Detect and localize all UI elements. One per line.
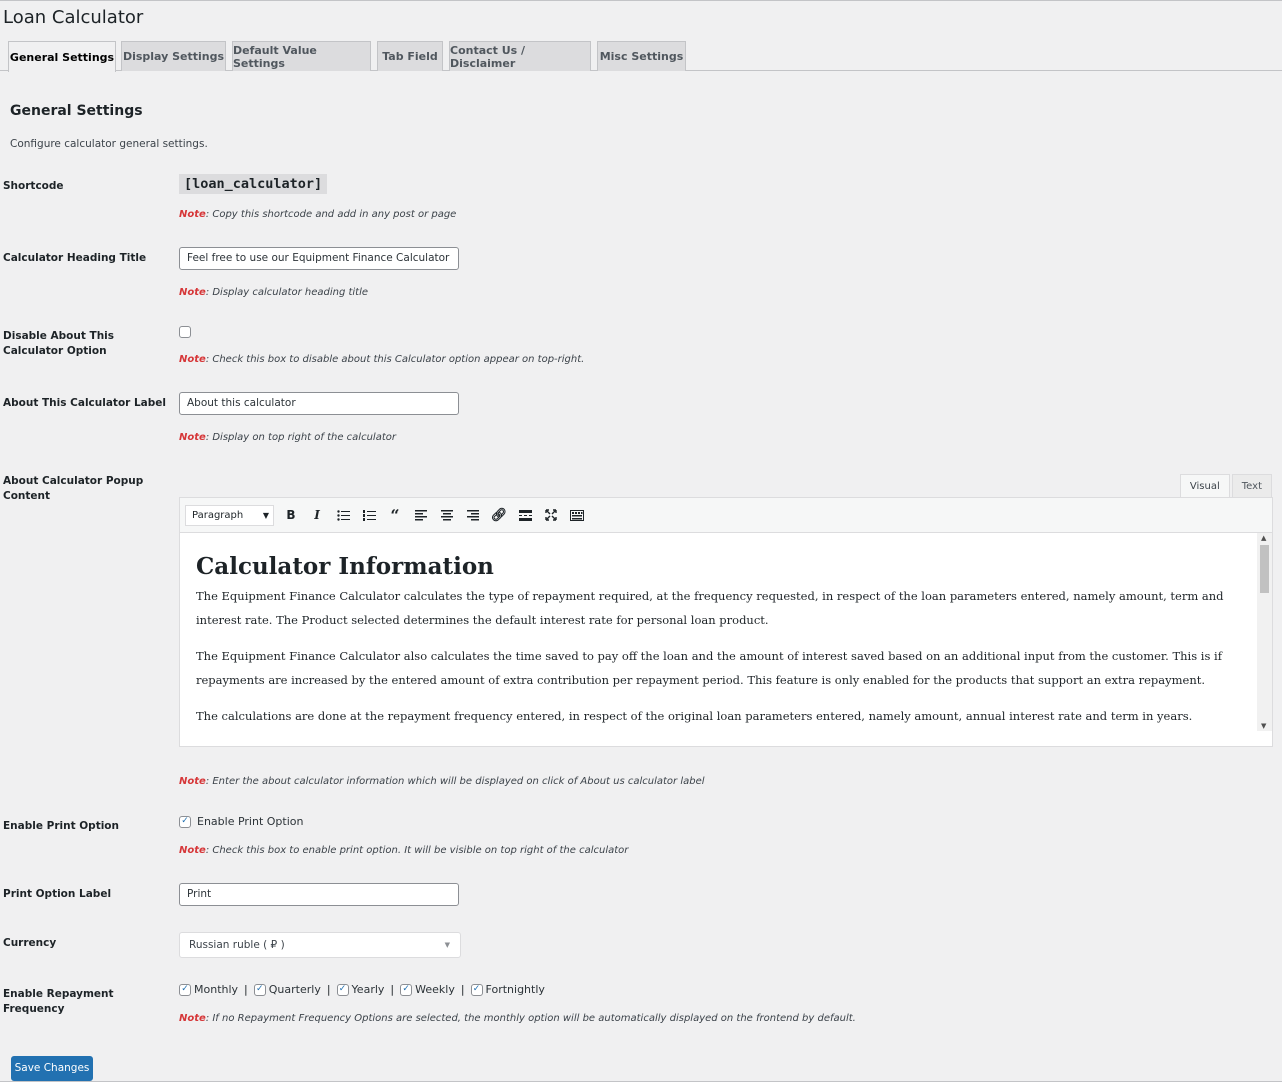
about-popup-note: Note: Enter the about calculator informa… xyxy=(179,776,705,787)
scroll-down-icon[interactable]: ▼ xyxy=(1261,722,1266,730)
enable-print-option[interactable]: ✓ Enable Print Option xyxy=(179,815,303,828)
enable-print-label: Enable Print Option xyxy=(3,820,119,832)
about-label-label: About This Calculator Label xyxy=(3,397,167,409)
enable-print-note: Note: Check this box to enable print opt… xyxy=(179,845,629,856)
shortcode-value: [loan_calculator] xyxy=(179,174,328,194)
page-title: Loan Calculator xyxy=(3,7,144,28)
repayment-frequency-options: ✓ Monthly | ✓ Quarterly | ✓ Yearly | ✓ Weekl… xyxy=(179,983,545,996)
numbered-list-icon[interactable] xyxy=(360,506,378,524)
enable-print-checkbox[interactable]: ✓ xyxy=(179,815,191,828)
read-more-icon[interactable] xyxy=(516,506,534,524)
disable-about-checkbox[interactable] xyxy=(179,326,191,338)
tab-default-value-settings[interactable]: Default Value Settings xyxy=(232,41,371,71)
bold-icon[interactable]: B xyxy=(282,506,300,524)
tab-general-settings[interactable]: General Settings xyxy=(8,41,116,72)
blockquote-icon[interactable]: “ xyxy=(386,506,404,525)
scroll-up-icon[interactable]: ▲ xyxy=(1261,534,1266,542)
frequency-option-quarterly[interactable]: ✓ Quarterly xyxy=(253,983,321,996)
heading-title-input[interactable]: Feel free to use our Equipment Finance C… xyxy=(179,247,459,270)
disable-about-label: Disable About This Calculator Option xyxy=(3,330,115,357)
shortcode-label: Shortcode xyxy=(3,180,64,192)
currency-label: Currency xyxy=(3,937,57,949)
frequency-option-monthly[interactable]: ✓ Monthly xyxy=(179,983,238,996)
heading-title-label: Calculator Heading Title xyxy=(3,252,147,264)
print-label-input[interactable]: Print xyxy=(179,883,459,906)
about-popup-label: About Calculator Popup Content xyxy=(3,475,144,502)
content-paragraph: The Equipment Finance Calculator calcula… xyxy=(196,589,1224,627)
italic-icon[interactable]: I xyxy=(308,506,326,524)
fortnightly-checkbox[interactable]: ✓ xyxy=(470,983,483,996)
editor-tab-text[interactable]: Text xyxy=(1231,474,1272,498)
scroll-thumb[interactable] xyxy=(1260,545,1269,593)
heading-title-note: Note: Display calculator heading title xyxy=(179,287,369,298)
editor-tab-visual[interactable]: Visual xyxy=(1179,474,1230,498)
toolbar-toggle-icon[interactable] xyxy=(568,506,586,524)
editor-mode-tabs: Visual Text xyxy=(1179,474,1272,498)
repayment-frequency-label: Enable Repayment Frequency xyxy=(3,988,114,1015)
editor-scrollbar[interactable]: ▲ ▼ xyxy=(1257,533,1272,731)
print-label-label: Print Option Label xyxy=(3,888,112,900)
tab-misc-settings[interactable]: Misc Settings xyxy=(597,41,686,71)
disable-about-note: Note: Check this box to disable about th… xyxy=(179,354,585,365)
enable-print-checkbox-label: Enable Print Option xyxy=(197,815,304,828)
repayment-frequency-note: Note: If no Repayment Frequency Options … xyxy=(179,1013,856,1024)
align-center-icon[interactable] xyxy=(438,506,456,524)
section-title: General Settings xyxy=(10,103,143,119)
tab-tab-field[interactable]: Tab Field xyxy=(377,41,443,71)
weekly-checkbox[interactable]: ✓ xyxy=(400,983,413,996)
quarterly-checkbox[interactable]: ✓ xyxy=(253,983,266,996)
currency-select[interactable]: Russian ruble ( ₽ ) ▼ xyxy=(179,932,461,958)
align-right-icon[interactable] xyxy=(464,506,482,524)
yearly-checkbox[interactable]: ✓ xyxy=(336,983,349,996)
bullet-list-icon[interactable] xyxy=(334,506,352,524)
fullscreen-icon[interactable] xyxy=(542,506,560,524)
format-select[interactable]: Paragraph ▼ xyxy=(185,504,274,526)
monthly-checkbox[interactable]: ✓ xyxy=(179,983,191,996)
save-changes-button[interactable]: Save Changes xyxy=(11,1056,93,1081)
content-heading: Calculator Information xyxy=(196,553,494,580)
align-left-icon[interactable] xyxy=(412,506,430,524)
editor-toolbar: Paragraph ▼ B I “ 🔗︎ xyxy=(180,498,1272,533)
chevron-down-icon: ▼ xyxy=(444,941,450,949)
settings-tabs: General Settings Display Settings Defaul… xyxy=(0,41,1282,72)
about-popup-editor: Paragraph ▼ B I “ 🔗︎ Calculator Informat… xyxy=(179,497,1273,747)
section-description: Configure calculator general settings. xyxy=(10,138,208,150)
chevron-down-icon: ▼ xyxy=(262,510,269,520)
editor-content-area[interactable]: Calculator Information The Equipment Fin… xyxy=(180,533,1258,731)
about-label-input[interactable]: About this calculator xyxy=(179,392,459,415)
frequency-option-weekly[interactable]: ✓ Weekly xyxy=(400,983,455,996)
tab-display-settings[interactable]: Display Settings xyxy=(121,41,226,71)
about-label-note: Note: Display on top right of the calcul… xyxy=(179,432,396,443)
shortcode-note: Note: Copy this shortcode and add in any… xyxy=(179,209,457,220)
content-paragraph: The calculations are done at the repayme… xyxy=(196,709,1193,723)
frequency-option-yearly[interactable]: ✓ Yearly xyxy=(336,983,384,996)
link-icon[interactable]: 🔗︎ xyxy=(490,506,508,524)
content-paragraph: The Equipment Finance Calculator also ca… xyxy=(196,649,1222,687)
frequency-option-fortnightly[interactable]: ✓ Fortnightly xyxy=(470,983,545,996)
tab-contact-us[interactable]: Contact Us / Disclaimer xyxy=(449,41,591,71)
